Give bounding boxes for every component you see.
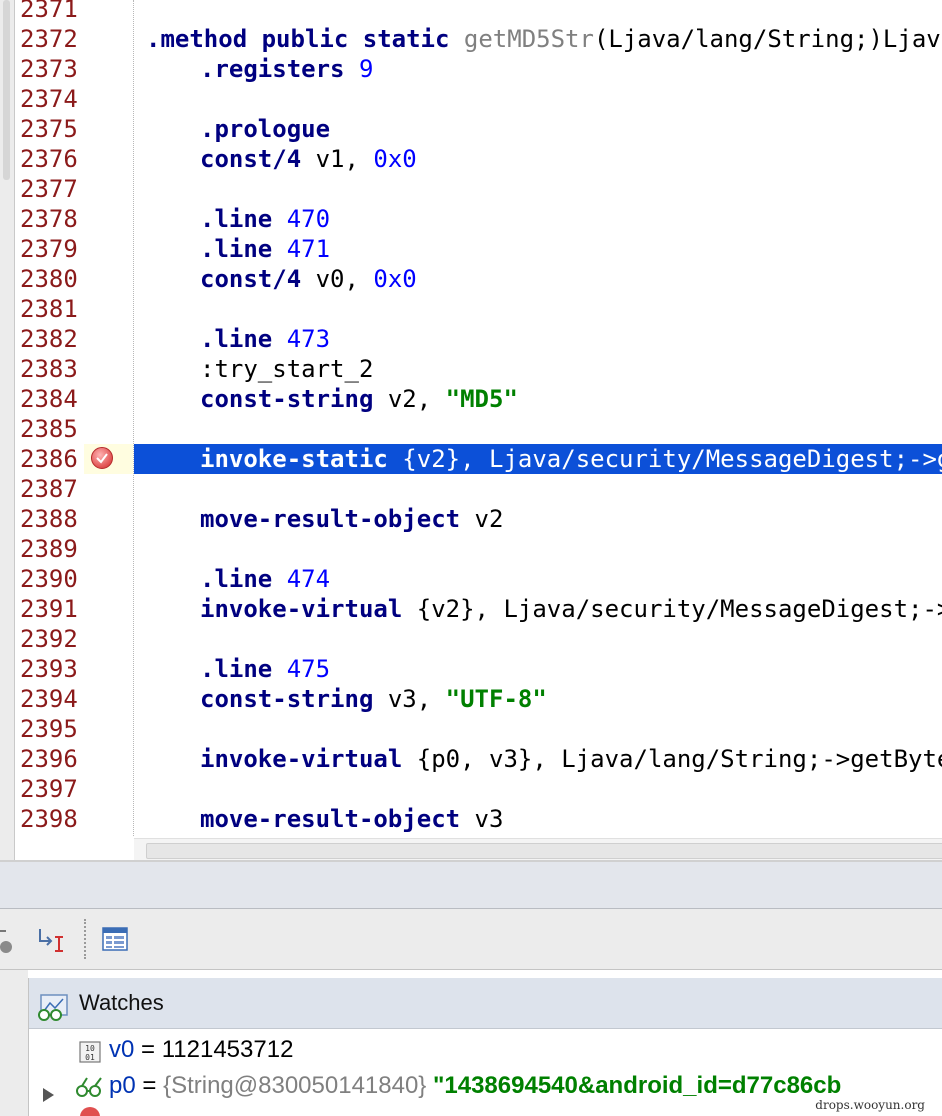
line-number: 2372 (20, 25, 78, 53)
watches-title: Watches (79, 990, 164, 1015)
watch-name: v0 (109, 1036, 135, 1063)
code-line-2388[interactable]: move-result-object v2 (200, 504, 503, 534)
line-number: 2371 (20, 0, 78, 23)
watches-glasses-icon (75, 1074, 105, 1098)
scrollbar-thumb[interactable] (3, 0, 10, 180)
line-number: 2384 (20, 385, 78, 413)
code-line-2384[interactable]: const-string v2, "MD5" (200, 384, 518, 414)
line-number: 2390 (20, 565, 78, 593)
primitive-value-icon: 10 01 (79, 1038, 101, 1063)
line-number: 2374 (20, 85, 78, 113)
code-line-2378[interactable]: .line 470 (200, 204, 330, 234)
code-line-2376[interactable]: const/4 v1, 0x0 (200, 144, 417, 174)
breakpoint-check-icon[interactable] (91, 447, 113, 469)
debug-panel-header (0, 862, 942, 909)
horizontal-scrollbar[interactable] (134, 838, 942, 862)
watch-value: "1438694540&android_id=d77c86cb (433, 1072, 842, 1099)
code-line-2386[interactable]: invoke-static {v2}, Ljava/security/Messa… (200, 444, 942, 474)
mute-breakpoints-icon[interactable] (0, 927, 16, 953)
watch-row-p0[interactable]: p0 = {String@830050141840} "1438694540&a… (29, 1068, 942, 1104)
watches-header: Watches (29, 978, 942, 1029)
code-line-2372[interactable]: .method public static getMD5Str(Ljava/la… (146, 24, 942, 54)
code-line-2382[interactable]: .line 473 (200, 324, 330, 354)
toolbar-separator (84, 919, 88, 959)
debug-toolbar (0, 909, 942, 970)
watch-row-partial (79, 1106, 101, 1116)
svg-text:10: 10 (85, 1044, 95, 1053)
line-number: 2397 (20, 775, 78, 803)
line-number: 2373 (20, 55, 78, 83)
line-number: 2395 (20, 715, 78, 743)
watches-panel[interactable]: Watches 10 01 v0 = 1121453712 p0 = {Stri… (28, 978, 942, 1116)
line-number: 2381 (20, 295, 78, 323)
code-line-2398[interactable]: move-result-object v3 (200, 804, 503, 834)
line-number: 2388 (20, 505, 78, 533)
line-number: 2387 (20, 475, 78, 503)
watches-side-gutter (0, 970, 28, 1116)
code-line-2396[interactable]: invoke-virtual {p0, v3}, Ljava/lang/Stri… (200, 744, 942, 774)
code-line-2393[interactable]: .line 475 (200, 654, 330, 684)
expand-triangle-icon[interactable] (41, 1078, 55, 1102)
line-number: 2393 (20, 655, 78, 683)
code-line-2390[interactable]: .line 474 (200, 564, 330, 594)
line-number: 2396 (20, 745, 78, 773)
svg-text:01: 01 (85, 1053, 95, 1062)
watch-equals: = (135, 1072, 164, 1099)
watch-row-v0[interactable]: 10 01 v0 = 1121453712 (29, 1032, 942, 1068)
line-number: 2394 (20, 685, 78, 713)
restore-layout-icon[interactable] (102, 927, 128, 951)
watch-value: 1121453712 (161, 1036, 294, 1063)
run-to-cursor-icon[interactable] (36, 925, 66, 955)
line-number: 2385 (20, 415, 78, 443)
code-line-2391[interactable]: invoke-virtual {v2}, Ljava/security/Mess… (200, 594, 942, 624)
line-number: 2375 (20, 115, 78, 143)
line-number: 2389 (20, 535, 78, 563)
code-editor[interactable]: 2371 2372 2373 2374 2375 2376 2377 2378 2379 2380… (0, 0, 942, 862)
line-number: 2380 (20, 265, 78, 293)
code-line-2394[interactable]: const-string v3, "UTF-8" (200, 684, 547, 714)
line-number: 2386 (20, 445, 78, 473)
line-number: 2378 (20, 205, 78, 233)
line-number: 2398 (20, 805, 78, 833)
line-number: 2392 (20, 625, 78, 653)
line-number: 2382 (20, 325, 78, 353)
code-line-2383[interactable]: :try_start_2 (200, 354, 373, 384)
line-number: 2376 (20, 145, 78, 173)
watch-equals: = (134, 1036, 162, 1063)
watches-glasses-icon (37, 989, 69, 1021)
line-number: 2379 (20, 235, 78, 263)
code-line-2373[interactable]: .registers 9 (200, 54, 373, 84)
editor-left-scrollbar[interactable] (0, 0, 15, 860)
code-line-2375[interactable]: .prologue (200, 114, 330, 144)
code-line-2380[interactable]: const/4 v0, 0x0 (200, 264, 417, 294)
line-number: 2383 (20, 355, 78, 383)
watch-type: {String@830050141840} (163, 1072, 433, 1099)
watermark: drops.wooyun.org (812, 1098, 928, 1112)
line-number: 2377 (20, 175, 78, 203)
watch-name: p0 (109, 1072, 136, 1099)
code-line-2379[interactable]: .line 471 (200, 234, 330, 264)
horizontal-scrollbar-thumb[interactable] (146, 843, 942, 859)
line-number: 2391 (20, 595, 78, 623)
